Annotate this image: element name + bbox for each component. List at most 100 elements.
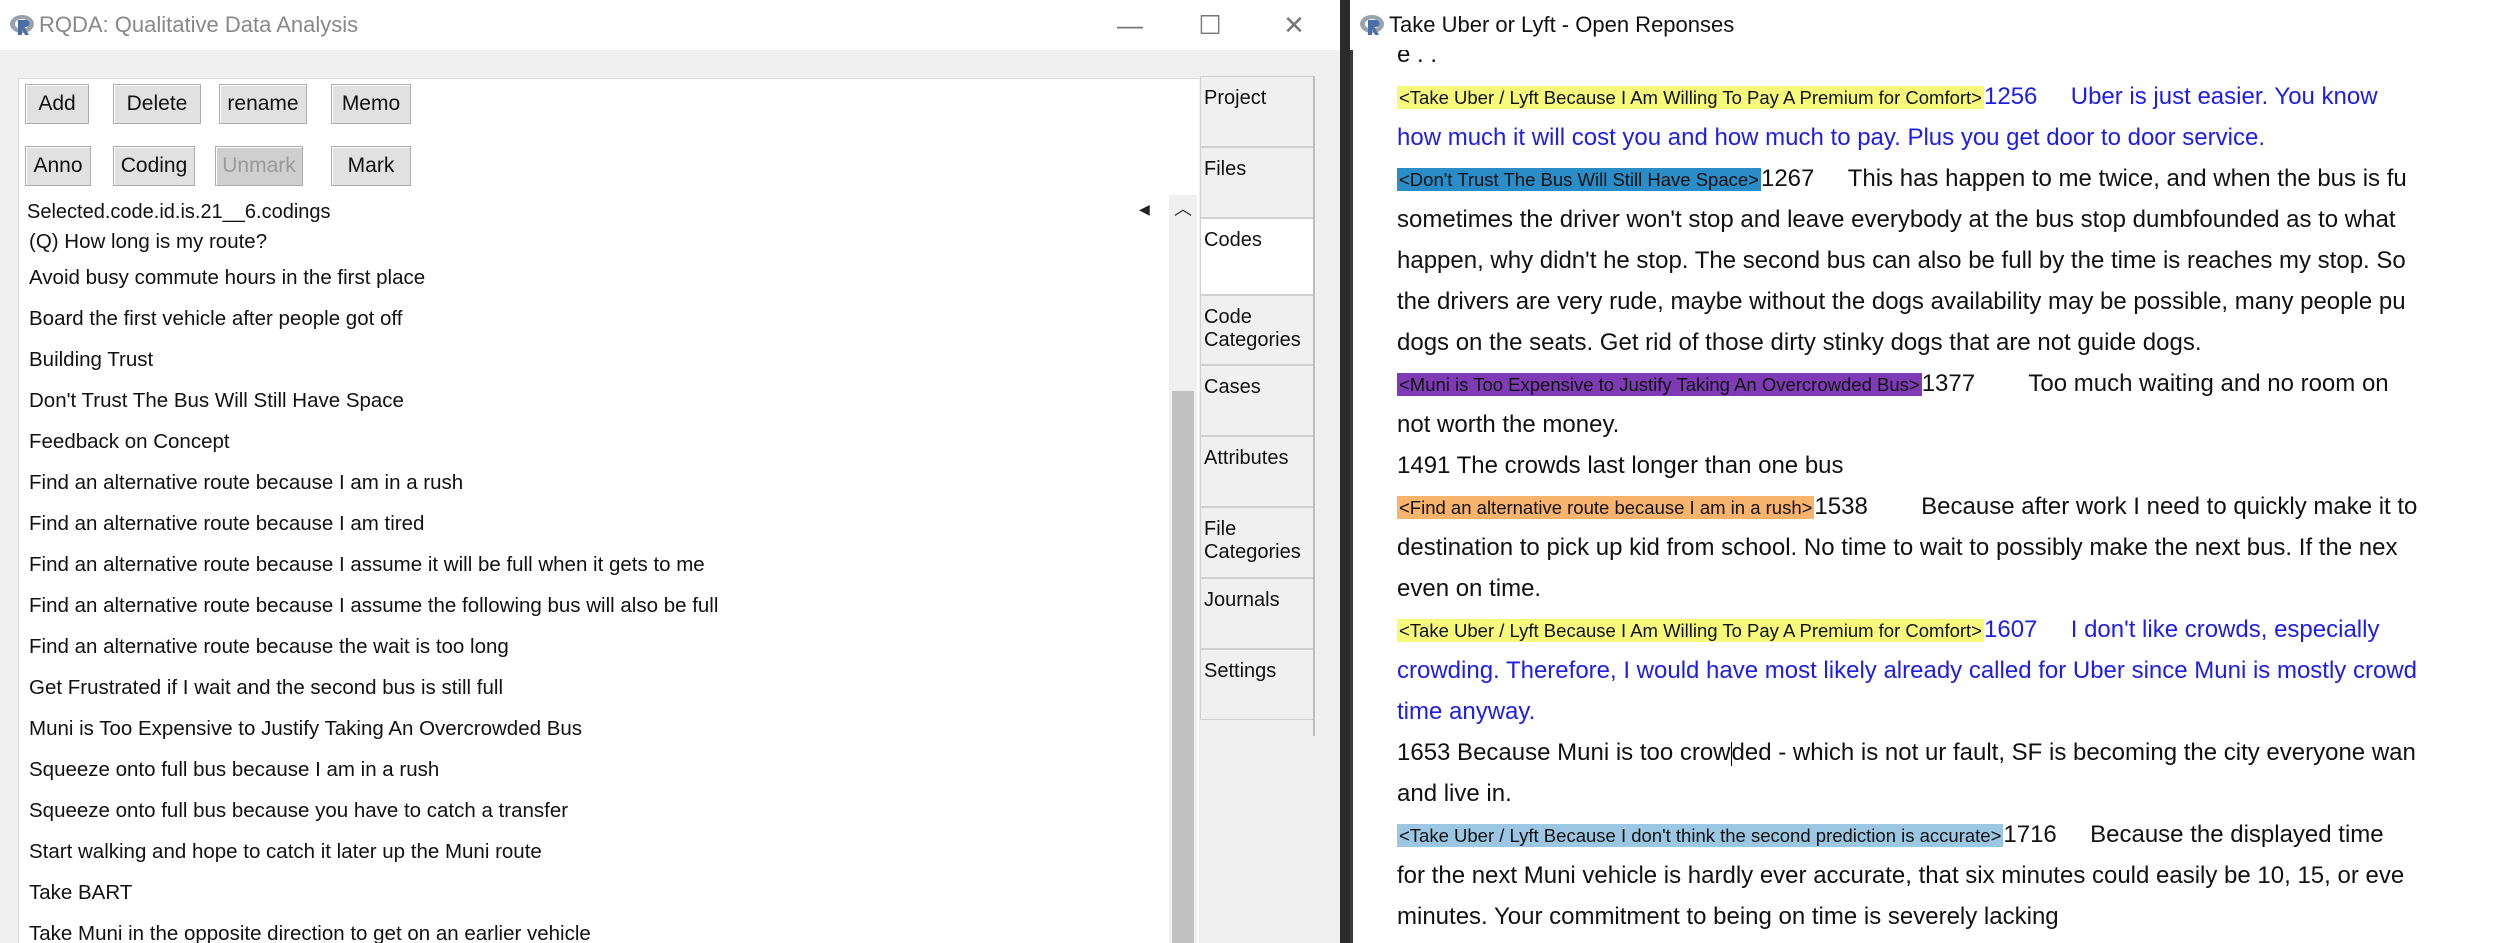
tab-project[interactable]: Project bbox=[1200, 76, 1314, 147]
response-text: Too much waiting and no room on bbox=[2028, 370, 2389, 397]
list-item[interactable]: Find an alternative route because I am i… bbox=[29, 462, 1179, 503]
text-line: destination to pick up kid from school. … bbox=[1397, 534, 2398, 561]
response-text: 1653 Because Muni is too crow bbox=[1397, 739, 1731, 766]
text-line: the drivers are very rude, maybe without… bbox=[1397, 288, 2406, 315]
selected-code-label: Selected.code.id.is.21__6.codings bbox=[27, 201, 331, 223]
tab-cases[interactable]: Cases bbox=[1200, 365, 1314, 436]
r-logo-icon bbox=[10, 15, 34, 35]
tab-journals[interactable]: Journals bbox=[1200, 578, 1314, 649]
tab-code-categories[interactable]: Code Categories bbox=[1200, 295, 1314, 365]
list-item[interactable]: Building Trust bbox=[29, 339, 1179, 380]
close-button[interactable]: ✕ bbox=[1254, 0, 1334, 50]
text-line: sometimes the driver won't stop and leav… bbox=[1397, 206, 2396, 233]
response-text: ded - which is not ur fault, SF is becom… bbox=[1731, 739, 2416, 766]
memo-button[interactable]: Memo bbox=[331, 84, 411, 124]
list-item[interactable]: Get Frustrated if I wait and the second … bbox=[29, 667, 1179, 708]
response-id: 1607 bbox=[1984, 616, 2038, 643]
list-item[interactable]: Board the first vehicle after people got… bbox=[29, 298, 1179, 339]
code-marker[interactable]: <Take Uber / Lyft Because I Am Willing T… bbox=[1397, 619, 1984, 642]
text-line: and live in. bbox=[1397, 780, 1512, 807]
list-item[interactable]: Find an alternative route because I assu… bbox=[29, 544, 1179, 585]
text-line: <Take Uber / Lyft Because I don't think … bbox=[1397, 814, 2500, 855]
list-item[interactable]: Muni is Too Expensive to Justify Taking … bbox=[29, 708, 1179, 749]
response-text: Because after work I need to quickly mak… bbox=[1921, 493, 2418, 520]
tab-files[interactable]: Files bbox=[1200, 147, 1314, 218]
code-marker[interactable]: <Take Uber / Lyft Because I don't think … bbox=[1397, 824, 2004, 847]
document-text: e . . <Take Uber / Lyft Because I Am Wil… bbox=[1397, 50, 2500, 937]
left-titlebar: RQDA: Qualitative Data Analysis — ☐ ✕ bbox=[0, 0, 1340, 50]
response-id: 1267 bbox=[1760, 165, 1815, 192]
scroll-up-icon[interactable]: ︿ bbox=[1169, 195, 1197, 223]
list-item[interactable]: Find an alternative route because I assu… bbox=[29, 585, 1179, 626]
tab-codes[interactable]: Codes bbox=[1200, 218, 1314, 295]
delete-button[interactable]: Delete bbox=[113, 84, 201, 124]
response-text: This has happen to me twice, and when th… bbox=[1847, 165, 2407, 192]
text-line: not worth the money. bbox=[1397, 411, 1620, 438]
code-list-scrollbar[interactable]: ︿ bbox=[1169, 195, 1197, 943]
text-line: <Take Uber / Lyft Because I Am Willing T… bbox=[1397, 76, 2500, 117]
response-text: I don't like crowds, especially bbox=[2070, 616, 2380, 643]
response-id: 1377 bbox=[1921, 370, 1976, 397]
tab-divider bbox=[1313, 76, 1315, 736]
rqda-window: RQDA: Qualitative Data Analysis — ☐ ✕ Ad… bbox=[0, 0, 1341, 943]
document-title: Take Uber or Lyft - Open Reponses bbox=[1389, 12, 1735, 37]
response-id: 1538 bbox=[1814, 493, 1868, 520]
text-line: <Find an alternative route because I am … bbox=[1397, 486, 2500, 527]
rename-button[interactable]: rename bbox=[219, 84, 307, 124]
list-item[interactable]: Squeeze onto full bus because I am in a … bbox=[29, 749, 1179, 790]
list-item[interactable]: (Q) How long is my route? bbox=[29, 227, 1179, 257]
response-text: Uber is just easier. You know bbox=[2070, 83, 2378, 110]
maximize-button[interactable]: ☐ bbox=[1170, 0, 1250, 50]
scrollbar-thumb[interactable] bbox=[1172, 391, 1194, 943]
response-id: 1716 bbox=[2003, 821, 2057, 848]
window-gap bbox=[1340, 0, 1350, 943]
code-marker[interactable]: <Take Uber / Lyft Because I Am Willing T… bbox=[1397, 86, 1984, 109]
list-item[interactable]: Squeeze onto full bus because you have t… bbox=[29, 790, 1179, 831]
text-line: dogs on the seats. Get rid of those dirt… bbox=[1397, 329, 2202, 356]
anno-button[interactable]: Anno bbox=[25, 146, 91, 186]
list-item[interactable]: Feedback on Concept bbox=[29, 421, 1179, 462]
collapse-arrow-icon[interactable]: ◀ bbox=[1139, 201, 1153, 218]
response-id: 1256 bbox=[1984, 83, 2038, 110]
document-text-area[interactable]: e . . <Take Uber / Lyft Because I Am Wil… bbox=[1350, 50, 2500, 943]
text-line: 1491 The crowds last longer than one bus bbox=[1397, 452, 1844, 479]
unmark-button[interactable]: Unmark bbox=[215, 146, 303, 186]
text-line: <Take Uber / Lyft Because I Am Willing T… bbox=[1397, 609, 2500, 650]
coding-button[interactable]: Coding bbox=[113, 146, 195, 186]
tab-settings[interactable]: Settings bbox=[1200, 649, 1314, 720]
text-line: <Don't Trust The Bus Will Still Have Spa… bbox=[1397, 158, 2500, 199]
tab-attributes[interactable]: Attributes bbox=[1200, 436, 1314, 507]
minimize-button[interactable]: — bbox=[1090, 0, 1170, 50]
list-item[interactable]: Take Muni in the opposite direction to g… bbox=[29, 913, 1179, 943]
add-button[interactable]: Add bbox=[25, 84, 89, 124]
list-item[interactable]: Find an alternative route because the wa… bbox=[29, 626, 1179, 667]
list-item[interactable]: Find an alternative route because I am t… bbox=[29, 503, 1179, 544]
text-line: <Muni is Too Expensive to Justify Taking… bbox=[1397, 363, 2500, 404]
code-marker[interactable]: <Find an alternative route because I am … bbox=[1397, 496, 1815, 519]
document-window: Take Uber or Lyft - Open Reponses e . . … bbox=[1350, 0, 2500, 943]
list-item[interactable]: Start walking and hope to catch it later… bbox=[29, 831, 1179, 872]
list-item[interactable]: Don't Trust The Bus Will Still Have Spac… bbox=[29, 380, 1179, 421]
r-logo-icon bbox=[1360, 15, 1384, 35]
list-item[interactable]: Take BART bbox=[29, 872, 1179, 913]
text-line: happen, why didn't he stop. The second b… bbox=[1397, 247, 2406, 274]
text-line: 1653 Because Muni is too crowded - which… bbox=[1397, 732, 2500, 773]
text-line: how much it will cost you and how much t… bbox=[1397, 124, 2265, 151]
codes-panel: Add Delete rename Memo Anno Coding Unmar… bbox=[18, 78, 1199, 943]
text-line: minutes. Your commitment to being on tim… bbox=[1397, 903, 2059, 930]
right-titlebar: Take Uber or Lyft - Open Reponses bbox=[1350, 0, 2500, 50]
text-line: crowding. Therefore, I would have most l… bbox=[1397, 657, 2417, 684]
response-text: Because the displayed time bbox=[2090, 821, 2384, 848]
rqda-tabs: Project Files Codes Code Categories Case… bbox=[1200, 76, 1314, 720]
text-line: e . . bbox=[1397, 50, 1438, 68]
code-marker[interactable]: <Don't Trust The Bus Will Still Have Spa… bbox=[1397, 168, 1761, 191]
mark-button[interactable]: Mark bbox=[331, 146, 411, 186]
text-line: time anyway. bbox=[1397, 698, 1536, 725]
text-line: for the next Muni vehicle is hardly ever… bbox=[1397, 862, 2405, 889]
list-item[interactable]: Avoid busy commute hours in the first pl… bbox=[29, 257, 1179, 298]
code-list: (Q) How long is my route? Avoid busy com… bbox=[29, 227, 1179, 943]
text-line: even on time. bbox=[1397, 575, 1542, 602]
code-marker[interactable]: <Muni is Too Expensive to Justify Taking… bbox=[1397, 373, 1922, 396]
tab-file-categories[interactable]: File Categories bbox=[1200, 507, 1314, 578]
window-title: RQDA: Qualitative Data Analysis bbox=[39, 12, 359, 37]
